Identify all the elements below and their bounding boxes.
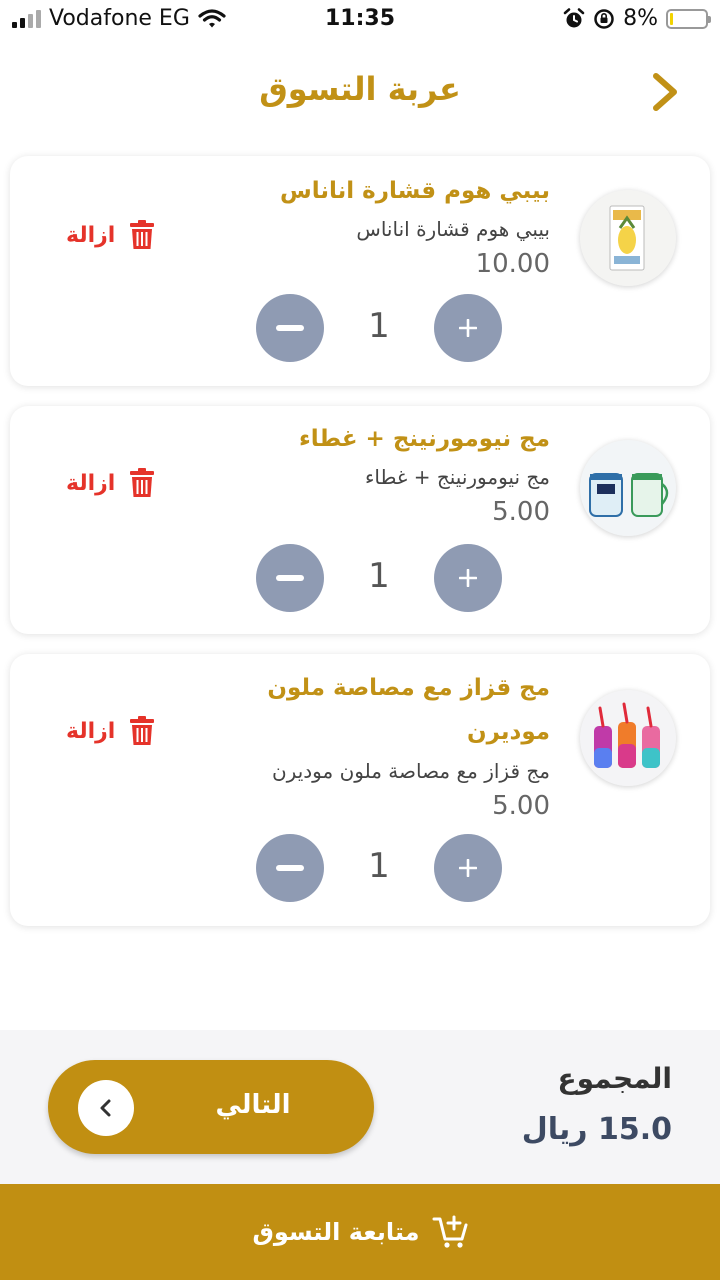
quantity-value: 1 bbox=[368, 556, 390, 596]
alarm-icon bbox=[563, 7, 585, 27]
item-title: بيبي هوم قشارة اناناس bbox=[279, 178, 550, 204]
minus-icon bbox=[276, 575, 304, 581]
status-right: 8% bbox=[563, 6, 711, 31]
status-bar: Vodafone EG 11:35 8% bbox=[0, 0, 720, 40]
item-subtitle: مج قزاز مع مصاصة ملون موديرن bbox=[271, 759, 550, 783]
quantity-value: 1 bbox=[368, 846, 390, 886]
cart-item: مج قزاز مع مصاصة ملون موديرن مج قزاز مع … bbox=[10, 654, 710, 926]
increase-quantity-button[interactable] bbox=[434, 294, 502, 362]
cart-item: مج نيومورنينج + غطاء مج نيومورنينج + غطا… bbox=[10, 406, 710, 634]
next-circle bbox=[78, 1080, 134, 1136]
plus-icon bbox=[459, 859, 477, 877]
plus-icon bbox=[459, 319, 477, 337]
next-label: التالي bbox=[215, 1090, 291, 1120]
remove-label: ازالة bbox=[66, 222, 116, 248]
item-price: 10.00 bbox=[475, 249, 550, 279]
total-value: 15.0 ريال bbox=[521, 1112, 672, 1147]
battery-percent: 8% bbox=[623, 6, 658, 31]
item-info: بيبي هوم قشارة اناناس بيبي هوم قشارة انا… bbox=[250, 170, 550, 282]
item-title: مج قزاز مع مصاصة ملون موديرن bbox=[267, 675, 550, 745]
total-label: المجموع bbox=[557, 1062, 672, 1095]
quantity-value: 1 bbox=[368, 306, 390, 346]
glass-mug-product-image bbox=[580, 440, 676, 536]
increase-quantity-button[interactable] bbox=[434, 544, 502, 612]
cart-item: بيبي هوم قشارة اناناس بيبي هوم قشارة انا… bbox=[10, 156, 710, 386]
item-price: 5.00 bbox=[492, 497, 550, 527]
page-title: عربة التسوق bbox=[259, 70, 461, 108]
item-title: مج نيومورنينج + غطاء bbox=[299, 426, 550, 452]
decrease-quantity-button[interactable] bbox=[256, 294, 324, 362]
pineapple-peeler-product-image bbox=[580, 190, 676, 286]
order-summary: التالي المجموع 15.0 ريال bbox=[0, 1030, 720, 1184]
continue-shopping-button[interactable]: متابعة التسوق bbox=[0, 1184, 720, 1280]
remove-label: ازالة bbox=[66, 718, 116, 744]
add-to-cart-icon bbox=[432, 1215, 468, 1248]
item-info: مج قزاز مع مصاصة ملون موديرن مج قزاز مع … bbox=[250, 666, 550, 824]
item-info: مج نيومورنينج + غطاء مج نيومورنينج + غطا… bbox=[250, 418, 550, 530]
app-header: عربة التسوق bbox=[0, 40, 720, 140]
back-chevron-icon[interactable] bbox=[646, 70, 686, 114]
item-subtitle: بيبي هوم قشارة اناناس bbox=[356, 217, 550, 241]
minus-icon bbox=[276, 325, 304, 331]
quantity-stepper: 1 bbox=[256, 834, 502, 902]
decrease-quantity-button[interactable] bbox=[256, 544, 324, 612]
trash-icon bbox=[130, 220, 155, 249]
item-subtitle: مج نيومورنينج + غطاء bbox=[365, 465, 550, 489]
cart-list: بيبي هوم قشارة اناناس بيبي هوم قشارة انا… bbox=[0, 140, 720, 1030]
colored-bottles-product-image bbox=[580, 690, 676, 786]
next-button[interactable]: التالي bbox=[48, 1060, 374, 1154]
quantity-stepper: 1 bbox=[256, 544, 502, 612]
increase-quantity-button[interactable] bbox=[434, 834, 502, 902]
trash-icon bbox=[130, 468, 155, 497]
continue-shopping-label: متابعة التسوق bbox=[252, 1218, 420, 1246]
rotation-lock-icon bbox=[594, 8, 614, 29]
chevron-left-icon bbox=[100, 1099, 111, 1117]
remove-button[interactable]: ازالة bbox=[66, 468, 155, 498]
remove-button[interactable]: ازالة bbox=[66, 716, 155, 746]
battery-icon bbox=[666, 8, 711, 29]
remove-button[interactable]: ازالة bbox=[66, 220, 155, 250]
decrease-quantity-button[interactable] bbox=[256, 834, 324, 902]
plus-icon bbox=[459, 569, 477, 587]
trash-icon bbox=[130, 716, 155, 745]
remove-label: ازالة bbox=[66, 470, 116, 496]
quantity-stepper: 1 bbox=[256, 294, 502, 362]
item-price: 5.00 bbox=[492, 791, 550, 821]
minus-icon bbox=[276, 865, 304, 871]
